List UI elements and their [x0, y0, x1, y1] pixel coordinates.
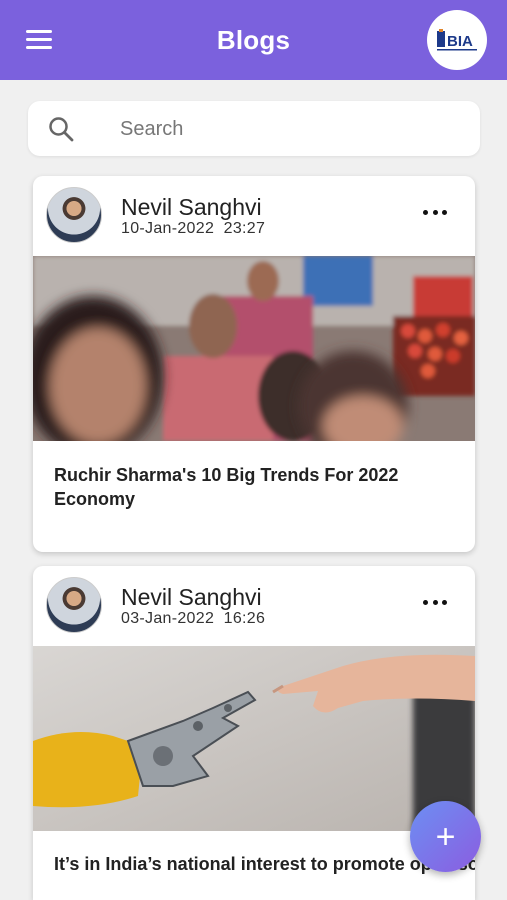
search-input[interactable] — [120, 115, 460, 143]
post-time: 16:26 — [223, 610, 266, 627]
bia-logo-mark: BIA — [437, 29, 477, 51]
post-time: 23:27 — [223, 220, 266, 237]
post-datetime: 03-Jan-2022 16:26 — [121, 610, 265, 628]
crowd-image — [33, 256, 475, 441]
bia-logo[interactable]: BIA — [427, 10, 487, 70]
page-title: Blogs — [216, 24, 291, 55]
author-avatar — [46, 577, 102, 633]
search-icon — [49, 117, 74, 142]
add-post-button[interactable]: + — [410, 801, 481, 872]
hamburger-menu-icon[interactable] — [26, 30, 52, 50]
svg-text:BIA: BIA — [447, 33, 473, 50]
more-options-icon[interactable] — [423, 210, 447, 218]
post-date: 10-Jan-2022 — [121, 220, 215, 237]
post-datetime: 10-Jan-2022 23:27 — [121, 220, 265, 238]
post-date: 03-Jan-2022 — [121, 610, 215, 627]
post-thumbnail[interactable] — [33, 646, 475, 831]
post-title[interactable]: Ruchir Sharma's 10 Big Trends For 2022 E… — [54, 463, 454, 511]
post-header: Nevil Sanghvi 10-Jan-2022 23:27 — [33, 176, 475, 256]
blog-post-card[interactable]: Nevil Sanghvi 10-Jan-2022 23:27 Ruchir S… — [33, 176, 475, 552]
more-options-icon[interactable] — [423, 600, 447, 608]
search-bar[interactable] — [28, 101, 480, 156]
blog-post-card[interactable]: Nevil Sanghvi 03-Jan-2022 16:26 It’s in … — [33, 566, 475, 900]
app-bar: Blogs BIA — [0, 0, 507, 80]
post-header: Nevil Sanghvi 03-Jan-2022 16:26 — [33, 566, 475, 646]
robot-hand-image — [33, 646, 475, 831]
author-name: Nevil Sanghvi — [121, 194, 262, 220]
post-title[interactable]: It’s in India’s national interest to pro… — [54, 852, 475, 876]
post-thumbnail[interactable] — [33, 256, 475, 441]
author-avatar — [46, 187, 102, 243]
plus-icon: + — [435, 817, 456, 856]
author-name: Nevil Sanghvi — [121, 584, 262, 610]
